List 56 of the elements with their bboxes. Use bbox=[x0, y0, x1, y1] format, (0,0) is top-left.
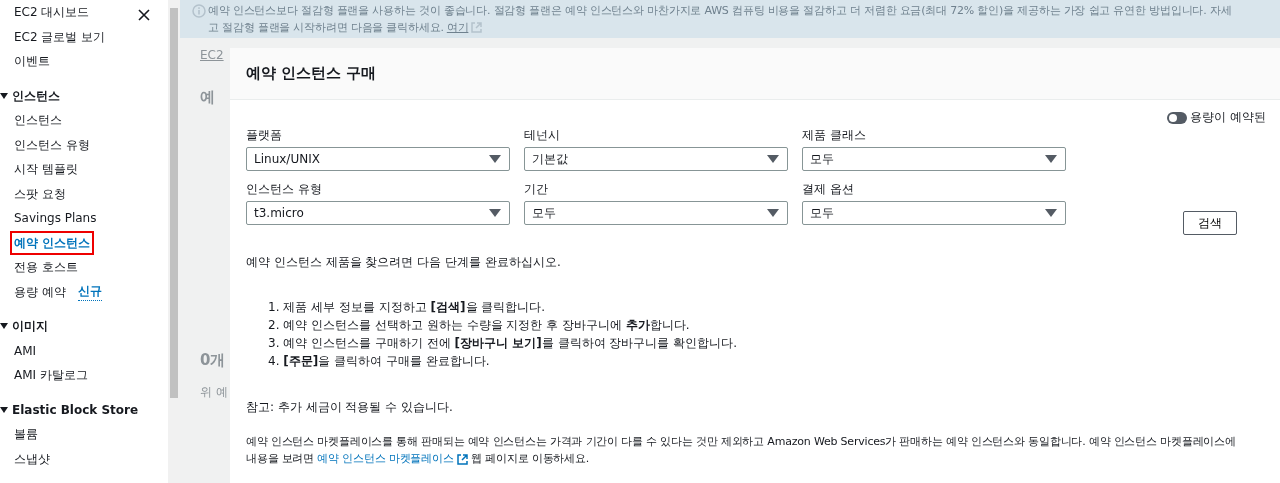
section-header[interactable]: 인스턴스 bbox=[12, 86, 60, 105]
dropdown-field[interactable]: 모두 bbox=[802, 147, 1066, 171]
section-header[interactable]: 이미지 bbox=[12, 317, 48, 336]
step-text: 4. [주문]을 클릭하여 구매를 완료합니다. bbox=[268, 353, 491, 371]
step-text: 3. 예약 인스턴스를 구매하기 전에 [장바구니 보기]를 클릭하여 장바구니를 확인합니다. bbox=[268, 335, 738, 353]
field-label: 인스턴스 유형 bbox=[246, 181, 323, 197]
step-text: 2. 예약 인스턴스를 선택하고 원하는 수량을 지정한 후 장바구니에 추가합니다. bbox=[268, 317, 691, 335]
dropdown-field[interactable]: Linux/UNIX bbox=[246, 147, 510, 171]
sidebar-item[interactable]: 스팟 요청 bbox=[10, 181, 70, 206]
section-header[interactable]: Elastic Block Store bbox=[12, 400, 139, 419]
marketplace-text: 예약 인스턴스 마켓플레이스를 통해 판매되는 예약 인스턴스는 가격과 기간이 다를 수 있다는 것만 제외하고 Amazon Web Services가 판매하는 예약 인스턴스와 동일합니다. 예약 인스턴스 마켓플레이스에 내용을 보려면 예약 인스턴스 마켓플레이스 웹 페이지로 이동하세요. bbox=[246, 434, 1236, 468]
sidebar-item[interactable]: AMI 카탈로그 bbox=[10, 363, 92, 388]
caret-icon[interactable] bbox=[0, 91, 8, 100]
sidebar-item[interactable]: 예약 인스턴스 bbox=[10, 230, 95, 255]
search-button[interactable]: 검색 bbox=[1183, 211, 1237, 236]
hint-text: 위 예 bbox=[200, 384, 229, 401]
sidebar-item[interactable]: 전용 호스트 bbox=[10, 255, 82, 280]
toggle-switch[interactable] bbox=[1167, 111, 1187, 124]
field-label: 플랫폼 bbox=[246, 127, 283, 143]
dropdown-field[interactable]: 모두 bbox=[802, 201, 1066, 225]
toggle-label: 용량이 예약된 bbox=[1190, 109, 1266, 126]
field-label: 테넌시 bbox=[524, 127, 561, 143]
dropdown-field[interactable]: 기본값 bbox=[524, 147, 788, 171]
sidebar-item[interactable]: EC2 대시보드 bbox=[10, 0, 94, 25]
sidebar-item[interactable]: AMI bbox=[10, 338, 41, 363]
banner-text: 예약 인스턴스보다 절감형 플랜을 사용하는 것이 좋습니다. 절감형 플랜은 예약 인스턴스와 마찬가지로 AWS 컴퓨팅 비용을 절감하고 더 저렴한 요금(최대 72% 할인)을 제공하는 가장 쉽고 유연한 방법입니다. 자세 bbox=[208, 3, 1232, 19]
sidebar-item[interactable]: Savings Plans bbox=[10, 206, 101, 231]
field-label: 기간 bbox=[524, 181, 549, 197]
info-icon bbox=[192, 4, 206, 18]
field-label: 제품 클래스 bbox=[802, 127, 867, 143]
sidebar-item[interactable]: 인스턴스 유형 bbox=[10, 132, 94, 157]
modal-title: 예약 인스턴스 구매 bbox=[246, 63, 377, 85]
external-link-icon bbox=[471, 22, 483, 33]
sidebar-item[interactable]: 볼륨 bbox=[10, 422, 42, 447]
scrollbar-thumb[interactable] bbox=[170, 8, 178, 398]
field-label: 결제 옵션 bbox=[802, 181, 855, 197]
count-title: 0개 bbox=[200, 349, 227, 371]
sidebar-item[interactable]: 용량 예약 bbox=[10, 279, 70, 304]
banner-text: 고 절감형 플랜을 시작하려면 다음을 클릭하세요. bbox=[208, 20, 444, 36]
sidebar-item[interactable]: EC2 글로벌 보기 bbox=[10, 24, 110, 49]
external-link-icon bbox=[456, 453, 468, 465]
marketplace-link[interactable]: 예약 인스턴스 마켓플레이스 bbox=[317, 452, 454, 466]
step-text: 1. 제품 세부 정보를 지정하고 [검색]을 클릭합니다. bbox=[268, 299, 547, 317]
caret-icon[interactable] bbox=[0, 405, 8, 414]
sidebar-item[interactable]: 이벤트 bbox=[10, 49, 54, 74]
new-tag: 신규 bbox=[77, 282, 102, 302]
sidebar-item[interactable]: 시작 템플릿 bbox=[10, 157, 82, 182]
close-icon[interactable] bbox=[138, 9, 150, 21]
note-text: 참고: 추가 세금이 적용될 수 있습니다. bbox=[246, 399, 454, 417]
panel-title: 예 bbox=[200, 87, 216, 108]
sidebar-item[interactable]: 스냅샷 bbox=[10, 446, 54, 471]
sidebar-item[interactable]: 인스턴스 bbox=[10, 108, 66, 133]
intro-text: 예약 인스턴스 제품을 찾으려면 다음 단계를 완료하십시오. bbox=[246, 254, 562, 272]
dropdown-field[interactable]: 모두 bbox=[524, 201, 788, 225]
dropdown-field[interactable]: t3.micro bbox=[246, 201, 510, 225]
caret-icon[interactable] bbox=[0, 322, 8, 331]
